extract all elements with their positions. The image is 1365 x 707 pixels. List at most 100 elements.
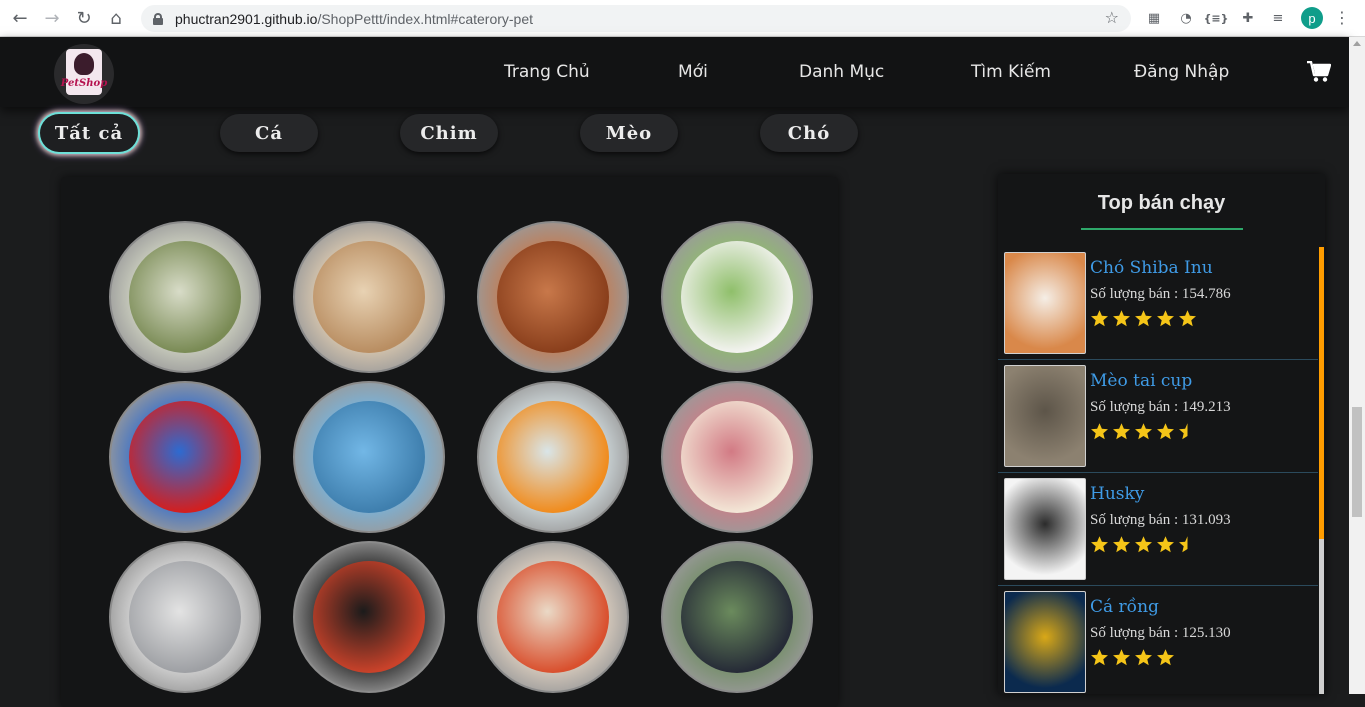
star-icon xyxy=(1157,649,1174,666)
logo-text: PetShop xyxy=(60,78,108,89)
json-icon[interactable]: {≡} xyxy=(1204,8,1229,28)
address-bar[interactable]: phuctran2901.github.io/ShopPettt/index.h… xyxy=(141,5,1131,32)
category-dog-button[interactable]: Chó xyxy=(760,114,858,152)
pet-photo-macaw[interactable] xyxy=(109,381,261,533)
star-icon xyxy=(1113,536,1130,553)
page-scroll-thumb[interactable] xyxy=(1352,407,1362,517)
pet-photo-subject xyxy=(129,241,241,353)
pet-photo-coral-snake[interactable] xyxy=(293,541,445,693)
pet-photo-subject xyxy=(497,401,609,513)
media-icon[interactable]: ≡ xyxy=(1268,8,1288,28)
lock-icon xyxy=(153,12,163,25)
product-thumbnail[interactable] xyxy=(1004,591,1086,693)
cart-icon[interactable] xyxy=(1307,61,1331,83)
product-thumbnail[interactable] xyxy=(1004,478,1086,580)
category-bird-button[interactable]: Chim xyxy=(400,114,498,152)
rating-stars xyxy=(1090,422,1197,441)
pet-photo-pomeranian[interactable] xyxy=(661,221,813,373)
rating-stars xyxy=(1090,535,1197,554)
pet-photo-goldfish[interactable] xyxy=(477,381,629,533)
nav-home[interactable]: Trang Chủ xyxy=(504,37,590,107)
star-icon xyxy=(1091,310,1108,327)
half-star-icon xyxy=(1179,423,1188,440)
star-icon xyxy=(1113,649,1130,666)
product-thumbnail[interactable] xyxy=(1004,252,1086,354)
shop-logo[interactable]: PetShop xyxy=(54,44,114,104)
star-icon xyxy=(1157,310,1174,327)
pet-photo-subject xyxy=(129,561,241,673)
home-icon[interactable]: ⌂ xyxy=(104,6,128,30)
top-sellers-scroll-thumb[interactable] xyxy=(1319,247,1324,539)
pet-photo-subject xyxy=(497,561,609,673)
star-icon xyxy=(1091,649,1108,666)
url-text: phuctran2901.github.io/ShopPettt/index.h… xyxy=(175,10,534,27)
top-sellers-panel: Top bán chạy Chó Shiba Inu Số lượng bán :… xyxy=(998,174,1325,694)
star-icon xyxy=(1135,649,1152,666)
browser-toolbar: ← → ↻ ⌂ phuctran2901.github.io/ShopPettt… xyxy=(0,0,1365,37)
top-seller-item[interactable]: Chó Shiba Inu Số lượng bán : 154.786 xyxy=(998,247,1318,360)
clock-icon[interactable]: ◔ xyxy=(1176,8,1196,28)
pet-photo-palm-cockatoo[interactable] xyxy=(661,541,813,693)
star-icon xyxy=(1091,423,1108,440)
pet-photo-maine-coon[interactable] xyxy=(109,541,261,693)
top-seller-item[interactable]: Mèo tai cụp Số lượng bán : 149.213 xyxy=(998,360,1318,473)
browser-menu-icon[interactable]: ⋮ xyxy=(1334,8,1350,27)
forward-icon[interactable]: → xyxy=(40,6,64,30)
star-icon xyxy=(1157,423,1174,440)
reload-icon[interactable]: ↻ xyxy=(72,6,96,30)
star-icon xyxy=(1179,310,1196,327)
star-icon xyxy=(1135,310,1152,327)
pet-photo-subject xyxy=(681,241,793,353)
product-thumbnail[interactable] xyxy=(1004,365,1086,467)
pet-photo-bulbul-bird[interactable] xyxy=(109,221,261,373)
pet-photo-subject xyxy=(313,561,425,673)
pet-photo-subject xyxy=(313,401,425,513)
pet-photo-poodle-puppy[interactable] xyxy=(477,221,629,373)
half-star-icon xyxy=(1179,536,1188,553)
product-name[interactable]: Husky xyxy=(1090,484,1144,504)
category-fish-button[interactable]: Cá xyxy=(220,114,318,152)
nav-new[interactable]: Mới xyxy=(678,37,708,107)
pet-gallery xyxy=(61,177,838,707)
product-name[interactable]: Mèo tai cụp xyxy=(1090,371,1192,391)
pet-photo-subject xyxy=(129,401,241,513)
pet-photo-subject xyxy=(681,401,793,513)
pet-photo-hamster[interactable] xyxy=(293,221,445,373)
star-icon xyxy=(1113,310,1130,327)
sold-count: Số lượng bán : 149.213 xyxy=(1090,399,1231,415)
site-header: PetShop Trang Chủ Mới Danh Mục Tìm Kiếm … xyxy=(0,37,1349,107)
top-seller-item[interactable]: Husky Số lượng bán : 131.093 xyxy=(998,473,1318,586)
sold-count: Số lượng bán : 125.130 xyxy=(1090,625,1231,641)
nav-categories[interactable]: Danh Mục xyxy=(799,37,884,107)
rating-stars xyxy=(1090,309,1197,328)
star-icon xyxy=(1157,536,1174,553)
profile-avatar[interactable]: p xyxy=(1301,7,1323,29)
pet-photo-exotic-kitten[interactable] xyxy=(661,381,813,533)
pet-photo-milk-snake[interactable] xyxy=(477,541,629,693)
product-name[interactable]: Chó Shiba Inu xyxy=(1090,258,1213,278)
star-icon xyxy=(1113,423,1130,440)
category-cat-button[interactable]: Mèo xyxy=(580,114,678,152)
nav-login[interactable]: Đăng Nhập xyxy=(1134,37,1229,107)
star-icon xyxy=(1135,423,1152,440)
pet-photo-subject xyxy=(313,241,425,353)
rating-stars xyxy=(1090,648,1175,667)
star-icon xyxy=(1135,536,1152,553)
product-name[interactable]: Cá rồng xyxy=(1090,597,1159,617)
page-scrollbar[interactable] xyxy=(1349,37,1365,694)
pet-photo-shark[interactable] xyxy=(293,381,445,533)
top-seller-item[interactable]: Cá rồng Số lượng bán : 125.130 xyxy=(998,586,1318,694)
bookmark-star-icon[interactable]: ☆ xyxy=(1105,8,1119,27)
nav-search[interactable]: Tìm Kiếm xyxy=(971,37,1051,107)
back-icon[interactable]: ← xyxy=(8,6,32,30)
pet-photo-subject xyxy=(497,241,609,353)
sold-count: Số lượng bán : 154.786 xyxy=(1090,286,1231,302)
title-underline xyxy=(1081,228,1243,230)
pet-photo-subject xyxy=(681,561,793,673)
sold-count: Số lượng bán : 131.093 xyxy=(1090,512,1231,528)
category-all-button[interactable]: Tất cả xyxy=(40,114,138,152)
puzzle-icon[interactable]: ✚ xyxy=(1238,8,1258,28)
star-icon xyxy=(1091,536,1108,553)
extension-icon[interactable]: ▦ xyxy=(1144,8,1164,28)
scroll-up-arrow[interactable] xyxy=(1353,41,1361,46)
